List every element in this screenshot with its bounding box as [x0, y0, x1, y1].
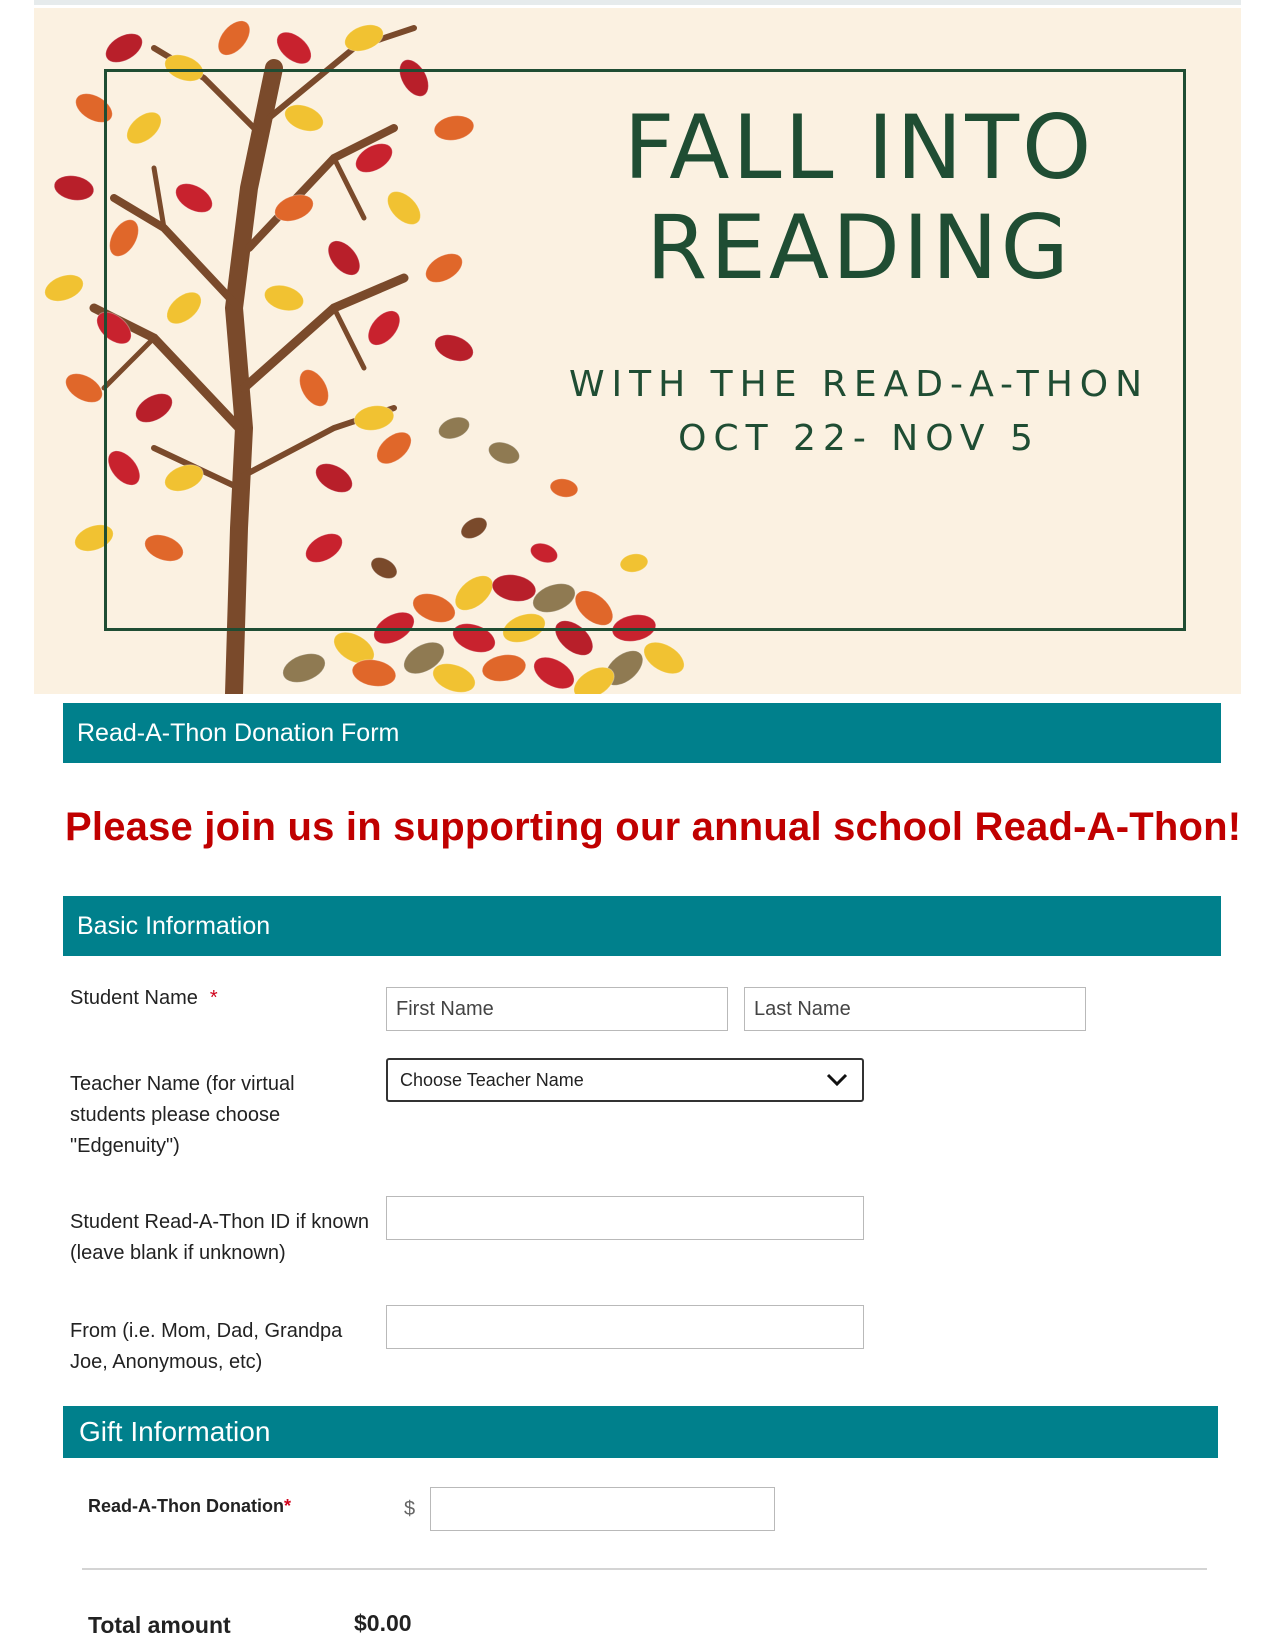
donation-amount-input[interactable] — [430, 1487, 775, 1531]
first-name-input[interactable] — [386, 987, 728, 1031]
promo-message: Please join us in supporting our annual … — [65, 805, 1242, 849]
currency-symbol: $ — [404, 1498, 416, 1520]
banner-subtitle-line1: WITH THE READ-A-THON — [568, 364, 1150, 405]
form-title-bar: Read-A-Thon Donation Form — [63, 703, 1221, 763]
teacher-select-value: Choose Teacher Name — [400, 1070, 584, 1090]
student-name-label-text: Student Name — [70, 987, 198, 1009]
banner-title-line2: READING — [646, 196, 1072, 299]
student-id-input[interactable] — [386, 1196, 864, 1240]
from-input[interactable] — [386, 1305, 864, 1349]
form-title: Read-A-Thon Donation Form — [77, 719, 400, 747]
banner-subtitle: WITH THE READ-A-THON OCT 22- NOV 5 — [534, 358, 1184, 466]
top-divider — [34, 0, 1241, 5]
chevron-down-icon — [826, 1073, 848, 1087]
banner-title-line1: FALL INTO — [623, 96, 1095, 199]
gift-info-header: Gift Information — [63, 1406, 1218, 1458]
teacher-name-select[interactable]: Choose Teacher Name — [386, 1058, 864, 1102]
student-name-label: Student Name * — [70, 983, 370, 1014]
banner-subtitle-line2: OCT 22- NOV 5 — [678, 418, 1040, 459]
donation-label-text: Read-A-Thon Donation — [88, 1496, 284, 1516]
gift-info-title: Gift Information — [79, 1416, 271, 1447]
banner-title: FALL INTO READING — [554, 98, 1164, 298]
student-id-label: Student Read-A-Thon ID if known (leave b… — [70, 1211, 370, 1264]
basic-info-title: Basic Information — [77, 912, 271, 940]
required-marker: * — [209, 987, 218, 1009]
divider — [82, 1568, 1207, 1570]
donation-required-marker: * — [283, 1496, 291, 1516]
teacher-name-label: Teacher Name (for virtual students pleas… — [70, 1073, 295, 1157]
donation-label: Read-A-Thon Donation* — [88, 1496, 291, 1517]
from-label: From (i.e. Mom, Dad, Grandpa Joe, Anonym… — [70, 1320, 343, 1373]
last-name-input[interactable] — [744, 987, 1086, 1031]
banner-image: FALL INTO READING WITH THE READ-A-THON O… — [34, 8, 1241, 694]
total-amount-value: $0.00 — [354, 1610, 412, 1636]
total-amount-label: Total amount — [88, 1612, 231, 1638]
basic-info-header: Basic Information — [63, 896, 1221, 956]
